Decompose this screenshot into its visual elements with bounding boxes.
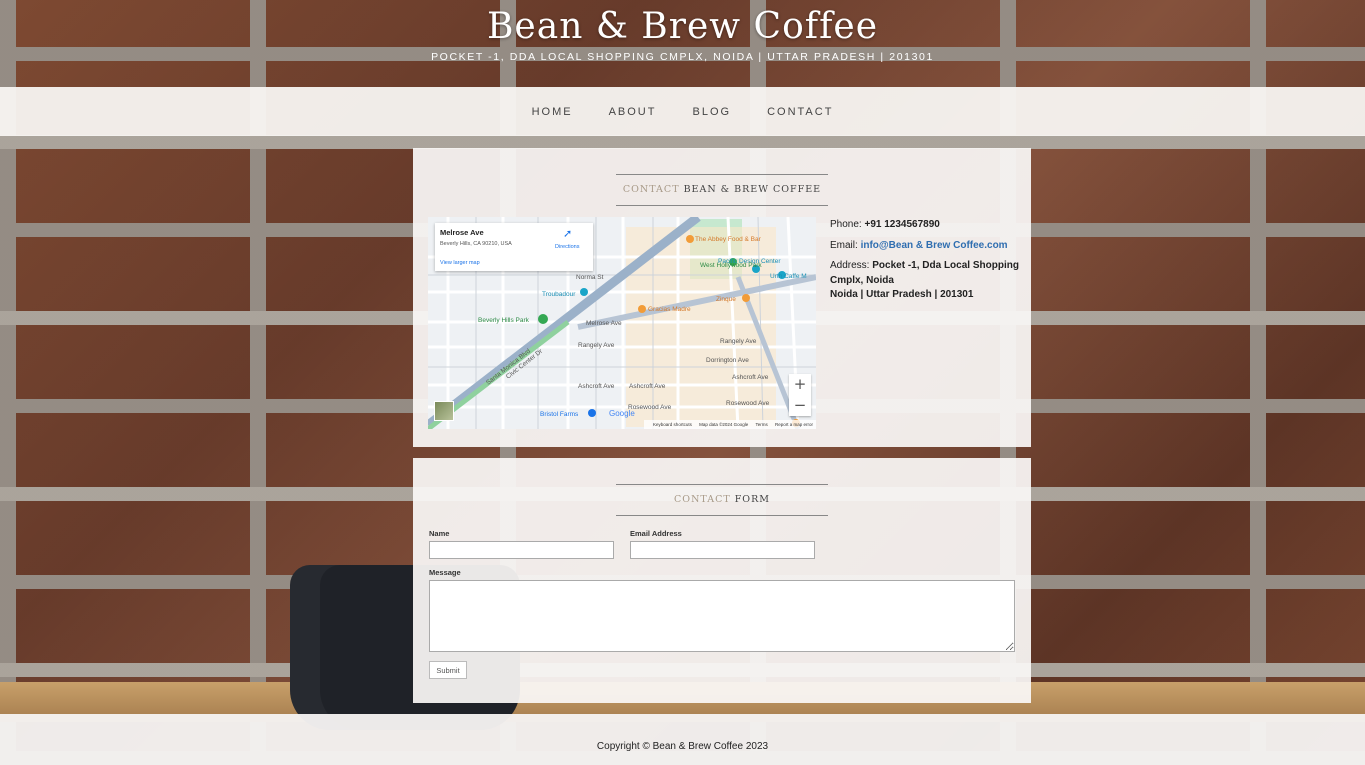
directions-link[interactable]: Directions [555, 244, 579, 250]
email-address-input[interactable] [630, 541, 815, 559]
form-heading: CONTACT FORM [616, 484, 828, 516]
map-poi-zinque[interactable] [742, 294, 750, 302]
keyboard-shortcuts-link[interactable]: Keyboard shortcuts [653, 422, 692, 427]
nav-item-home[interactable]: HOME [514, 106, 591, 118]
google-logo: Google [609, 409, 635, 418]
map-place-name: Melrose Ave [440, 228, 484, 237]
map-label-urth: Urth Caffe M [770, 273, 807, 280]
map-label-zinque: Zinque [716, 296, 736, 303]
map-label-troubadour: Troubadour [542, 291, 576, 298]
address-line-2: Noida | Uttar Pradesh | 201301 [830, 289, 974, 300]
directions-icon[interactable]: ➚ [563, 227, 572, 240]
map-label-ashcroft-1: Ashcroft Ave [578, 383, 615, 390]
map-label-abbey: The Abbey Food & Bar [695, 236, 762, 243]
site-footer: Copyright © Bean & Brew Coffee 2023 [0, 714, 1365, 765]
map-label-ashcroft-3: Ashcroft Ave [732, 374, 769, 381]
map-zoom-control: + − [789, 374, 811, 416]
contact-info: Phone: +91 1234567890 Email: info@Bean &… [830, 218, 1020, 309]
nav-item-contact[interactable]: CONTACT [749, 106, 851, 118]
phone-label: Phone: [830, 219, 862, 230]
nav-item-blog[interactable]: BLOG [674, 106, 749, 118]
contact-form-box: CONTACT FORM Name Email Address Message … [413, 458, 1031, 703]
email-row: Email: info@Bean & Brew Coffee.com [830, 239, 1020, 254]
map-label-rosewood-2: Rosewood Ave [726, 400, 770, 407]
map-place-address: Beverly Hills, CA 90210, USA [440, 241, 512, 247]
map-satellite-toggle[interactable] [434, 401, 454, 421]
map-data-text: Map data ©2024 Google [699, 422, 749, 427]
map-label-rangely-1: Rangely Ave [578, 342, 615, 349]
phone-value: +91 1234567890 [864, 219, 940, 230]
phone-row: Phone: +91 1234567890 [830, 218, 1020, 233]
embedded-map[interactable]: The Abbey Food & Bar Pacific Design Cent… [428, 217, 816, 429]
map-info-card: Melrose Ave Beverly Hills, CA 90210, USA… [435, 223, 593, 271]
contact-box: CONTACT BEAN & BREW COFFEE The Abbey Foo… [413, 148, 1031, 447]
email-label: Email: [830, 239, 858, 251]
copyright-text: Copyright © Bean & Brew Coffee 2023 [596, 741, 769, 752]
email-link[interactable]: info@Bean & Brew Coffee.com [861, 240, 1008, 251]
map-label-norma: Norma St [576, 274, 604, 281]
view-larger-map-link[interactable]: View larger map [440, 260, 480, 266]
submit-button[interactable]: Submit [429, 661, 467, 679]
map-poi-troubadour[interactable] [580, 288, 588, 296]
form-heading-muted: CONTACT [674, 494, 731, 505]
zoom-out-button[interactable]: − [789, 395, 811, 416]
name-input[interactable] [429, 541, 614, 559]
map-label-rangely-2: Rangely Ave [720, 338, 757, 345]
site-header: Bean & Brew Coffee POCKET -1, DDA LOCAL … [0, 0, 1365, 87]
map-label-bristol: Bristol Farms [540, 411, 579, 418]
map-label-melrose: Melrose Ave [586, 320, 622, 327]
contact-heading: CONTACT BEAN & BREW COFFEE [616, 174, 828, 206]
nav-item-about[interactable]: ABOUT [591, 106, 675, 118]
map-poi-beverly-park[interactable] [538, 314, 548, 324]
map-label-gracias: Gracias Madre [648, 306, 691, 313]
email-address-label: Email Address [630, 529, 682, 538]
report-map-error-link[interactable]: Report a map error [775, 422, 813, 427]
map-label-ashcroft-2: Ashcroft Ave [629, 383, 666, 390]
site-tagline: POCKET -1, DDA LOCAL SHOPPING CMPLX, NOI… [431, 51, 934, 63]
site-title[interactable]: Bean & Brew Coffee [0, 0, 1365, 47]
name-label: Name [429, 529, 450, 538]
terms-link[interactable]: Terms [755, 422, 767, 427]
contact-heading-muted: CONTACT [622, 184, 680, 195]
map-poi-abbey[interactable] [686, 235, 694, 243]
map-poi-bristol[interactable] [588, 409, 596, 417]
form-heading-strong: FORM [734, 494, 770, 505]
address-row: Address: Pocket -1, Dda Local Shopping C… [830, 259, 1020, 303]
contact-heading-strong: BEAN & BREW COFFEE [683, 184, 822, 195]
map-poi-gracias[interactable] [638, 305, 646, 313]
zoom-in-button[interactable]: + [789, 374, 811, 395]
message-label: Message [429, 568, 461, 577]
address-label: Address: [830, 260, 870, 271]
map-label-beverly-park: Beverly Hills Park [478, 317, 530, 324]
map-attribution: Keyboard shortcuts Map data ©2024 Google… [644, 420, 816, 429]
map-label-dorrington: Dorrington Ave [706, 357, 749, 364]
main-nav: HOME ABOUT BLOG CONTACT [0, 87, 1365, 136]
map-label-hollywood-park: West Hollywood Park [700, 262, 762, 269]
message-textarea[interactable] [429, 580, 1015, 652]
